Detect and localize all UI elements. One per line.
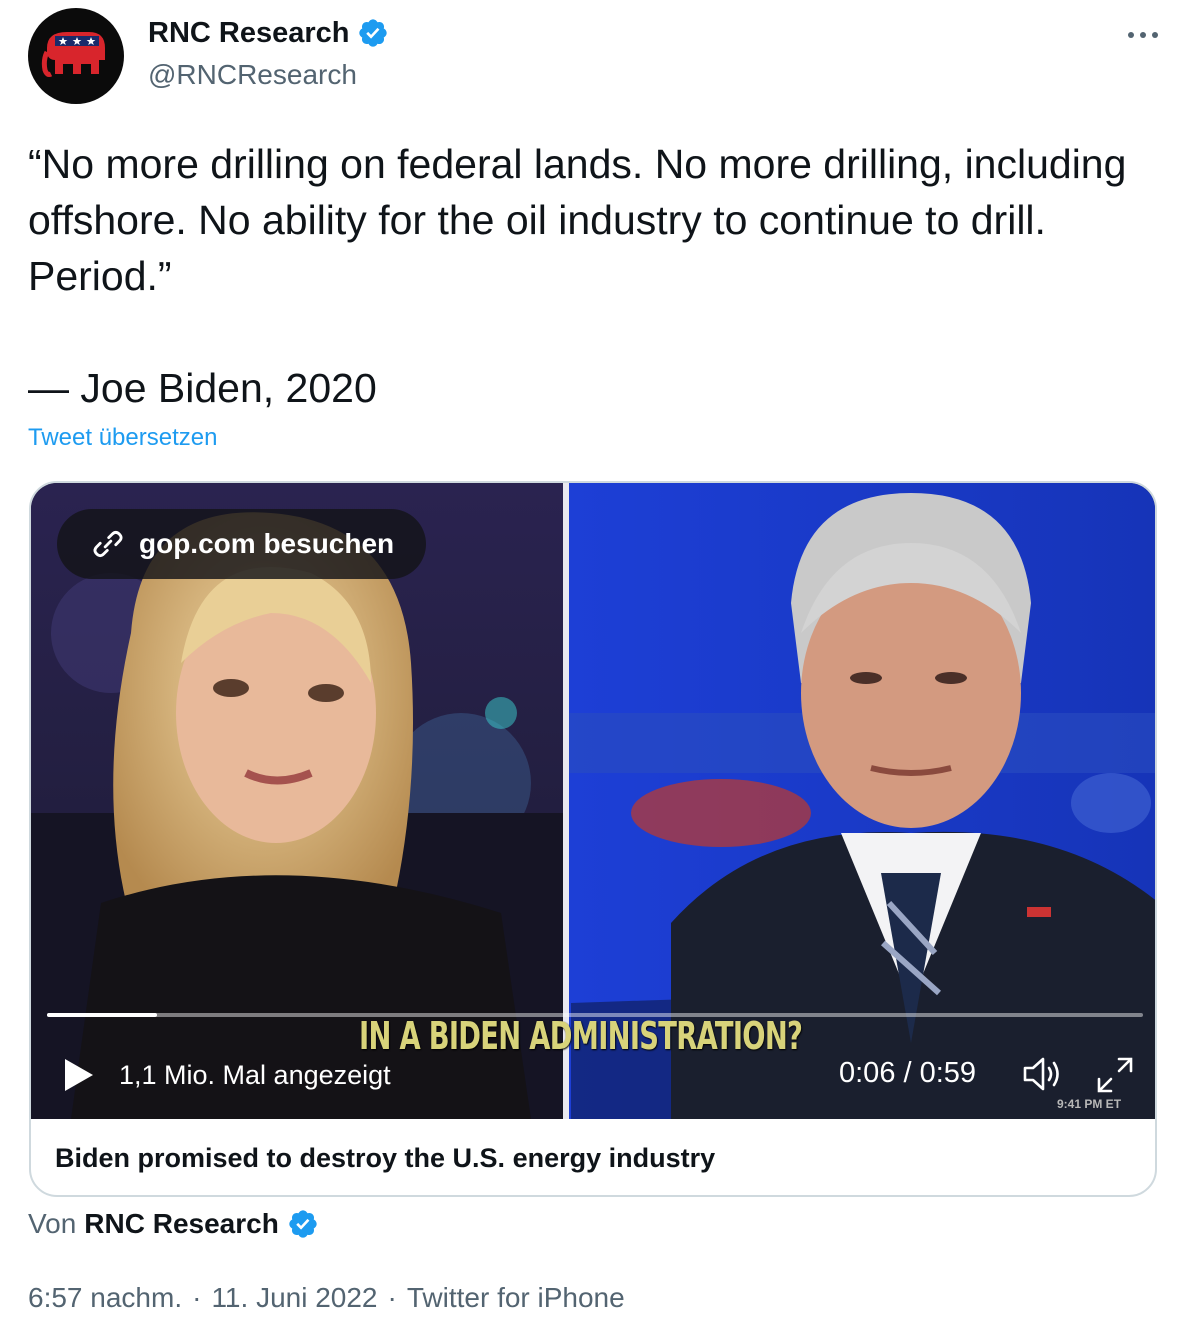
from-row: Von RNC Research [28,1208,319,1240]
media-card[interactable]: gop.com besuchen IN A BIDEN ADMINISTRATI… [29,481,1157,1197]
verified-badge-icon [289,1210,317,1238]
display-name[interactable]: RNC Research [148,16,349,50]
gop-elephant-icon [41,32,105,77]
volume-icon[interactable] [1021,1055,1065,1093]
avatar[interactable] [28,8,124,104]
more-button[interactable] [1126,20,1160,50]
broadcast-timestamp: 9:41 PM ET [1057,1097,1122,1111]
video-time: 0:06 / 0:59 [839,1057,977,1089]
handle[interactable]: @RNCResearch [148,58,357,92]
more-dots-icon [1128,32,1158,38]
tweet-time[interactable]: 6:57 nachm. [28,1280,182,1316]
from-account-name[interactable]: RNC Research [84,1208,279,1240]
visit-link-button[interactable]: gop.com besuchen [57,509,427,579]
tweet-meta: 6:57 nachm. · 11. Juni 2022 · Twitter fo… [28,1280,625,1316]
visit-link-label: gop.com besuchen [139,528,395,559]
meta-separator: · [387,1282,397,1313]
fullscreen-icon[interactable] [1095,1055,1135,1095]
tweet-source[interactable]: Twitter for iPhone [407,1280,625,1316]
tweet-date[interactable]: 11. Juni 2022 [211,1280,377,1316]
from-prefix: Von [28,1208,77,1239]
play-icon[interactable] [61,1057,95,1093]
name-row: RNC Research [148,16,389,50]
translate-link[interactable]: Tweet übersetzen [28,424,217,452]
meta-separator: · [192,1282,202,1313]
video-progress-bar[interactable] [47,1013,1143,1017]
card-title[interactable]: Biden promised to destroy the U.S. energ… [31,1119,1155,1195]
tweet-text: “No more drilling on federal lands. No m… [28,141,1127,411]
video-progress-fill [47,1013,157,1017]
view-count: 1,1 Mio. Mal angezeigt [119,1060,391,1090]
verified-badge-icon [359,19,388,47]
video-caption: IN A BIDEN ADMINISTRATION? [359,1014,803,1058]
video-player[interactable]: gop.com besuchen IN A BIDEN ADMINISTRATI… [31,483,1155,1119]
link-icon [93,530,123,558]
